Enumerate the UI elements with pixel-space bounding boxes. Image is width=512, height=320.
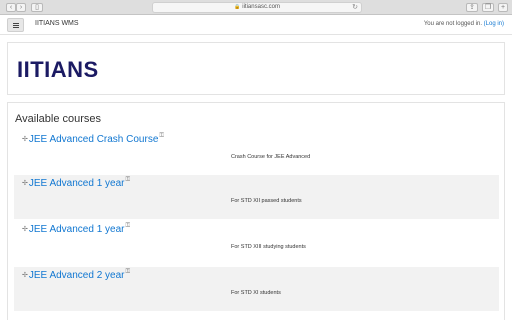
section-title: Available courses [15, 113, 102, 125]
course-summary: For STD XII passed students [231, 198, 302, 204]
login-status-text: You are not logged in. [423, 21, 484, 27]
page-title: IITIANS [17, 57, 99, 82]
course-summary: For STD XIII studying students [231, 244, 306, 250]
browser-toolbar: ‹ › ▯ 🔒 iitiansasc.com ↻ ⇪ ❐ + [0, 0, 512, 15]
share-icon[interactable]: ⇪ [466, 3, 478, 12]
address-bar[interactable]: 🔒 iitiansasc.com ↻ [152, 2, 362, 13]
guest-access-icon: ⚿ [125, 223, 131, 229]
course-icon: ✢ [22, 136, 28, 143]
course-item: ✢JEE Advanced Crash Course⚿ Crash Course… [14, 131, 499, 175]
site-name[interactable]: IITIANS WMS [35, 20, 79, 27]
course-summary: For STD XI students [231, 290, 281, 296]
guest-access-icon: ⚿ [159, 133, 164, 139]
course-link[interactable]: ✢JEE Advanced Crash Course⚿ [22, 133, 164, 145]
course-icon: ✢ [22, 226, 28, 233]
course-item: ✢JEE Advanced 2 year⚿ For STD XI student… [14, 267, 499, 311]
url-text: iitiansasc.com [242, 4, 280, 10]
login-info: You are not logged in. (Log in) [424, 21, 504, 27]
reload-icon[interactable]: ↻ [352, 3, 358, 11]
course-item: ✢JEE Advanced 1 year⚿ For STD XIII study… [14, 221, 499, 265]
course-item: ✢JEE Advanced 1 year⚿ For STD XII passed… [14, 175, 499, 219]
course-summary: Crash Course for JEE Advanced [231, 154, 311, 160]
page-header: IITIANS [7, 42, 505, 95]
forward-icon[interactable]: › [16, 3, 26, 12]
guest-access-icon: ⚿ [125, 269, 131, 275]
new-tab-icon[interactable]: + [498, 3, 508, 12]
login-link[interactable]: (Log in) [484, 21, 504, 27]
available-courses-section: Available courses ✢JEE Advanced Crash Co… [7, 102, 505, 320]
course-link[interactable]: ✢JEE Advanced 1 year⚿ [22, 223, 130, 235]
course-icon: ✢ [22, 272, 28, 279]
back-icon[interactable]: ‹ [6, 3, 16, 12]
top-navbar: IITIANS WMS You are not logged in. (Log … [0, 15, 512, 35]
lock-icon: 🔒 [234, 4, 241, 10]
course-link[interactable]: ✢JEE Advanced 2 year⚿ [22, 269, 130, 281]
guest-access-icon: ⚿ [125, 177, 131, 183]
tabs-icon[interactable]: ❐ [482, 3, 494, 12]
course-link[interactable]: ✢JEE Advanced 1 year⚿ [22, 177, 130, 189]
sidebar-icon[interactable]: ▯ [31, 3, 43, 12]
hamburger-menu-icon[interactable] [7, 18, 24, 32]
course-icon: ✢ [22, 180, 28, 187]
